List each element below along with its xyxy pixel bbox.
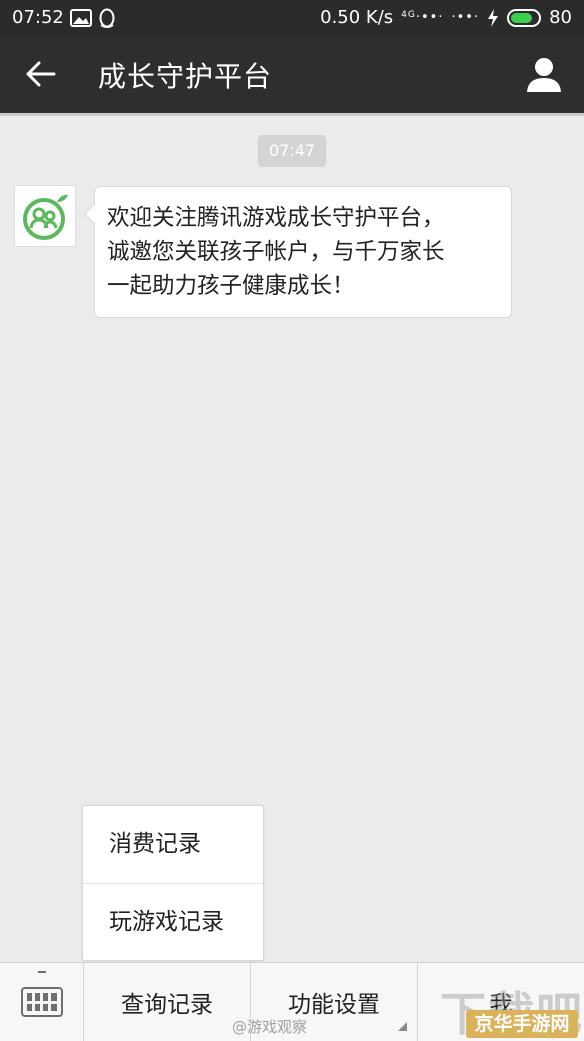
status-time: 07:52 [12,7,64,28]
battery-icon [507,8,542,27]
network-speed: 0.50 K/s [320,7,394,28]
page-title: 成长守护平台 [98,60,273,93]
signal-4g-label: 4G [401,10,416,20]
qq-penguin-icon [99,8,115,28]
battery-fill [511,12,532,23]
signal-4g-icon: 4G·••· [401,10,444,25]
weibo-watermark: @游戏观察 [232,1018,308,1036]
status-left: 07:52 [12,7,116,28]
site-badge-watermark: 京华手游网 [466,1010,578,1038]
image-icon [69,8,92,27]
keyboard-icon [20,987,63,1017]
submenu-indicator-icon [398,1022,407,1031]
menu-query-records[interactable]: 查询记录 [84,963,251,1041]
message-line: 一起助力孩子健康成长！ [107,273,355,299]
keyboard-toggle-bar [38,971,46,979]
family-logo-icon [23,194,68,240]
message-line: 欢迎关注腾讯游戏成长守护平台， [107,205,445,231]
message-timestamp: 07:47 [258,135,326,167]
menu-function-settings-label: 功能设置 [288,992,380,1018]
status-bar: 07:52 0.50 K/s 4G·••· ·••· 80 [0,0,584,36]
message-line: 诚邀您关联孩子帐户，与千万家长 [107,239,445,265]
title-divider [0,113,584,116]
back-button[interactable] [24,56,58,92]
query-records-submenu: 消费记录 玩游戏记录 [82,805,264,961]
status-right: 0.50 K/s 4G·••· ·••· 80 [320,7,572,28]
bubble-tail [84,204,104,224]
battery-level: 80 [549,7,572,28]
signal-bars-icon: ·••· [451,10,480,25]
menu-item-spending-records[interactable]: 消费记录 [83,806,263,883]
person-icon [527,58,561,92]
official-account-avatar[interactable] [14,185,76,247]
arrow-left-icon [26,61,56,87]
message-bubble[interactable]: 欢迎关注腾讯游戏成长守护平台， 诚邀您关联孩子帐户，与千万家长 一起助力孩子健康… [84,186,512,318]
profile-button[interactable] [524,54,564,94]
keyboard-toggle-button[interactable] [0,963,84,1041]
charging-bolt-icon [488,8,499,27]
menu-item-play-records[interactable]: 玩游戏记录 [83,883,263,960]
title-bar: 成长守护平台 [0,36,584,113]
